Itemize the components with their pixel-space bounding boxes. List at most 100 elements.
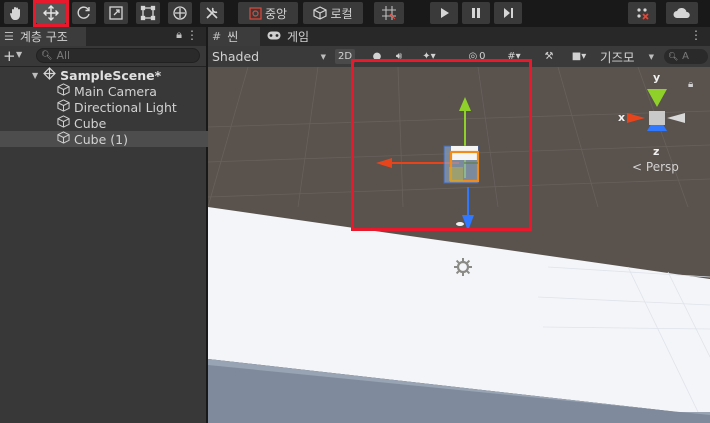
gizmos-label: 기즈모 bbox=[600, 50, 635, 65]
hierarchy-search-placeholder: All bbox=[56, 49, 71, 62]
scene-toolbar: Shaded ▼ 2D ● 🔊︎ ✦▾ ◎ 0 #▾ ⚒ ■▾ 기즈모 ▼ 🔍︎… bbox=[208, 46, 710, 67]
shading-mode-value: Shaded bbox=[212, 49, 260, 64]
gizmos-dropdown[interactable]: 기즈모 ▼ bbox=[596, 46, 658, 67]
effects-dropdown[interactable]: ✦▾ bbox=[414, 49, 444, 64]
tools-overlay-toggle[interactable]: ⚒ bbox=[540, 49, 558, 64]
toggle-2d-button[interactable]: 2D bbox=[335, 49, 355, 64]
scene-name: SampleScene* bbox=[60, 67, 162, 83]
scene-search-placeholder: A bbox=[682, 51, 689, 62]
scene-row[interactable]: ▼ SampleScene* ⋮ bbox=[0, 67, 238, 83]
move-icon bbox=[42, 4, 60, 22]
grid-snap-button[interactable] bbox=[374, 2, 404, 24]
search-icon: 🔍︎ bbox=[41, 50, 53, 61]
rotate-tool-button[interactable] bbox=[72, 2, 96, 24]
perspective-icon: < bbox=[632, 160, 643, 174]
rotate-icon bbox=[76, 5, 92, 21]
space-label: 로컬 bbox=[330, 6, 353, 21]
scale-tool-button[interactable] bbox=[104, 2, 128, 24]
play-button[interactable] bbox=[430, 2, 458, 24]
transform-tool-button[interactable] bbox=[168, 2, 192, 24]
transform-icon bbox=[172, 5, 188, 21]
gamepad-icon bbox=[267, 30, 281, 43]
hand-tool-button[interactable] bbox=[4, 2, 28, 24]
main-toolbar: 중앙 로컬 bbox=[0, 0, 710, 27]
step-icon bbox=[502, 7, 514, 19]
pivot-label: 중앙 bbox=[264, 6, 288, 21]
kebab-menu-icon[interactable]: ⋮ bbox=[690, 28, 702, 42]
effects-icon: ✦▾ bbox=[422, 51, 436, 62]
gameobject-icon bbox=[57, 83, 70, 99]
grid-dropdown[interactable]: #▾ bbox=[498, 49, 530, 64]
gameobject-icon bbox=[57, 115, 70, 131]
list-item-label: Directional Light bbox=[74, 99, 177, 115]
hierarchy-panel: ☰ 계층 구조 🔒︎ ⋮ + ▼ 🔍︎ All ▼ SampleScene* ⋮… bbox=[0, 27, 263, 423]
space-toggle[interactable]: 로컬 bbox=[303, 2, 363, 24]
collab-icon bbox=[635, 6, 649, 20]
pivot-toggle[interactable]: 중앙 bbox=[238, 2, 298, 24]
speaker-icon: 🔊︎ bbox=[395, 51, 403, 62]
step-button[interactable] bbox=[494, 2, 522, 24]
list-item-label: Main Camera bbox=[74, 83, 157, 99]
hierarchy-tabstrip: ☰ 계층 구조 🔒︎ ⋮ bbox=[0, 27, 206, 46]
kebab-menu-icon[interactable]: ⋮ bbox=[186, 28, 198, 42]
pause-icon bbox=[470, 7, 482, 19]
play-icon bbox=[438, 7, 450, 19]
scale-icon bbox=[108, 5, 124, 21]
camera-dropdown[interactable]: ■▾ bbox=[564, 49, 594, 64]
tab-game[interactable]: 게임 bbox=[263, 27, 323, 46]
hidden-objects-toggle[interactable]: ◎ 0 bbox=[460, 49, 494, 64]
gizmo-z-label: z bbox=[653, 145, 660, 158]
rect-transform-icon bbox=[140, 5, 156, 21]
light-bulb-icon: ● bbox=[372, 51, 382, 62]
hand-icon bbox=[8, 5, 24, 21]
grid-snap-icon bbox=[381, 5, 397, 21]
toggle-2d-label: 2D bbox=[337, 51, 353, 62]
scene-viewport[interactable]: y x z 🔒︎ < Persp bbox=[208, 67, 710, 423]
cloud-icon bbox=[673, 7, 691, 19]
collab-button[interactable] bbox=[628, 2, 656, 24]
pivot-icon bbox=[249, 6, 262, 20]
chevron-down-icon: ▼ bbox=[320, 53, 326, 61]
add-button[interactable]: + bbox=[3, 46, 16, 66]
projection-toggle[interactable]: < Persp bbox=[632, 160, 679, 174]
lock-icon[interactable]: 🔒︎ bbox=[688, 79, 693, 90]
lock-icon[interactable]: 🔒︎ bbox=[176, 28, 182, 42]
expand-caret-icon[interactable]: ▼ bbox=[32, 71, 38, 80]
tools-icon: ⚒ bbox=[544, 51, 554, 62]
projection-label: Persp bbox=[645, 160, 679, 174]
tab-scene[interactable]: # 씬 bbox=[208, 27, 260, 46]
list-item-label: Cube bbox=[74, 115, 107, 131]
tools-icon bbox=[204, 5, 220, 21]
audio-toggle[interactable]: 🔊︎ bbox=[390, 49, 408, 64]
lighting-toggle[interactable]: ● bbox=[368, 49, 386, 64]
chevron-down-icon[interactable]: ▼ bbox=[16, 50, 22, 59]
game-tab-label: 게임 bbox=[287, 30, 310, 44]
scene-tab-label: 씬 bbox=[227, 30, 239, 44]
cloud-button[interactable] bbox=[666, 2, 698, 24]
scene-panel: # 씬 게임 ⋮ Shaded ▼ 2D ● 🔊︎ ✦▾ ◎ 0 #▾ ⚒ ■▾… bbox=[208, 27, 710, 423]
shading-mode-dropdown[interactable]: Shaded ▼ bbox=[208, 46, 330, 67]
tab-hierarchy[interactable]: ☰ 계층 구조 bbox=[0, 27, 86, 46]
pause-button[interactable] bbox=[462, 2, 490, 24]
scene-search-input[interactable]: 🔍︎ A bbox=[664, 49, 708, 64]
chevron-down-icon: ▼ bbox=[648, 53, 654, 61]
hierarchy-tab-label: 계층 구조 bbox=[19, 30, 68, 44]
list-icon: ☰ bbox=[4, 30, 14, 43]
unity-scene-icon bbox=[43, 67, 57, 83]
hash-icon: # bbox=[212, 30, 222, 43]
custom-tool-button[interactable] bbox=[200, 2, 224, 24]
list-item-label: Cube (1) bbox=[74, 131, 128, 147]
gameobject-icon bbox=[57, 131, 70, 147]
camera-icon: ■▾ bbox=[571, 51, 587, 62]
rect-tool-button[interactable] bbox=[136, 2, 160, 24]
hierarchy-search-input[interactable]: 🔍︎ All bbox=[36, 48, 200, 63]
hidden-count: 0 bbox=[479, 51, 486, 62]
gizmo-y-label: y bbox=[653, 71, 661, 84]
move-tool-button[interactable] bbox=[36, 2, 66, 24]
gizmo-x-label: x bbox=[618, 111, 626, 124]
gameobject-icon bbox=[57, 99, 70, 115]
grid-icon: #▾ bbox=[507, 51, 521, 62]
scene-render bbox=[208, 67, 710, 423]
cube-icon bbox=[313, 6, 328, 20]
search-icon: 🔍︎ bbox=[668, 52, 679, 61]
